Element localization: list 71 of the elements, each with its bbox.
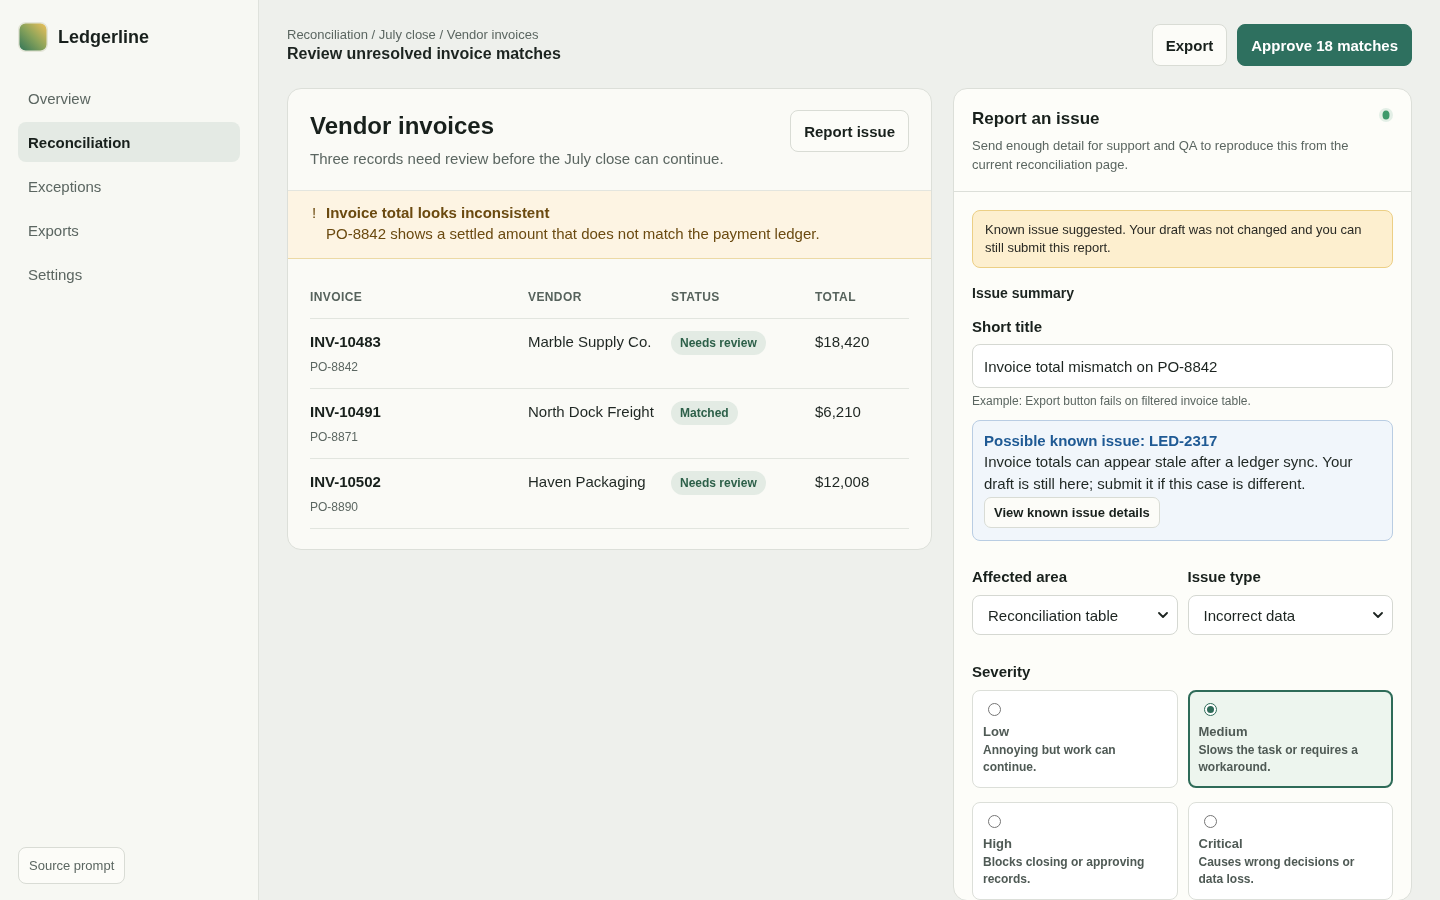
- panel-description: Send enough detail for support and QA to reproduce this from the current reconciliation page.: [972, 137, 1350, 174]
- po-number: PO-8890: [310, 499, 360, 515]
- nav-item[interactable]: Settings: [18, 254, 240, 294]
- radio-button[interactable]: [1203, 703, 1217, 716]
- known-issue-title: Possible known issue: LED-2317: [984, 431, 1219, 451]
- total-cell-text: $12,008: [815, 472, 871, 492]
- severity-option[interactable]: High Blocks closing or approving records.: [972, 802, 1178, 900]
- field-label: Issue type: [1187, 567, 1262, 587]
- breadcrumb: Reconciliation / July close / Vendor invoices: [287, 26, 540, 44]
- chevron-down-icon: [1373, 612, 1383, 618]
- invoice-number: INV-10491: [310, 402, 382, 422]
- brand-name: Ledgerline: [58, 26, 150, 48]
- status-badge: Needs review: [671, 331, 766, 355]
- status-dot-icon: [1379, 108, 1393, 122]
- panel-title: Report an issue: [972, 108, 1101, 130]
- column-header: VENDOR: [528, 290, 583, 304]
- export-button[interactable]: Export: [1151, 24, 1228, 66]
- field-label: Affected area: [972, 567, 1069, 587]
- option-label: Medium: [1198, 724, 1249, 740]
- help-text: Example: Export button fails on filtered invoice table.: [972, 393, 1252, 409]
- radio-button[interactable]: [988, 703, 1001, 716]
- nav-item[interactable]: Exports: [18, 210, 240, 250]
- logo-icon: [18, 22, 48, 52]
- option-label: Critical: [1198, 836, 1244, 852]
- nav-item[interactable]: Overview: [18, 78, 240, 118]
- option-label: Low: [983, 724, 1010, 740]
- column-header: STATUS: [671, 290, 721, 304]
- total-cell-text: $6,210: [815, 402, 862, 422]
- exclamation-icon: !: [312, 203, 326, 245]
- status-badge: Needs review: [671, 471, 766, 495]
- short-title-input[interactable]: Invoice total mismatch on PO-8842: [972, 344, 1393, 388]
- option-description: Annoying but work can continue.: [983, 742, 1117, 776]
- radio-button[interactable]: [988, 815, 1001, 828]
- severity-option[interactable]: Medium Slows the task or requires a workaround.: [1187, 690, 1393, 788]
- known-issue-text: Invoice totals can appear stale after a ledger sync. Your draft is still here; submit it if this case is different.: [984, 452, 1354, 494]
- status-badge: Matched: [671, 401, 738, 425]
- severity-option[interactable]: Low Annoying but work can continue.: [972, 690, 1178, 788]
- chevron-down-icon: [1157, 612, 1168, 618]
- alert-title: Invoice total looks inconsistent: [326, 203, 551, 223]
- page-title: Review unresolved invoice matches: [287, 44, 561, 64]
- po-number: PO-8842: [310, 359, 360, 375]
- vendor-cell-text: Haven Packaging: [528, 472, 647, 492]
- approve-button[interactable]: Approve 18 matches: [1237, 24, 1412, 66]
- notice-banner: Known issue suggested. Your draft was not changed and you can still submit this report.: [972, 210, 1393, 268]
- view-details-button[interactable]: View known issue details: [984, 497, 1160, 528]
- field-label: Short title: [972, 317, 1043, 337]
- card-subtitle: Three records need review before the July close can continue.: [310, 150, 724, 168]
- alert-text: PO-8842 shows a settled amount that does not match the payment ledger.: [326, 224, 821, 244]
- vendor-cell-text: North Dock Freight: [528, 402, 655, 422]
- po-number: PO-8871: [310, 429, 360, 445]
- vendor-cell-text: Marble Supply Co.: [528, 332, 653, 352]
- source-prompt-button[interactable]: Source prompt: [18, 847, 126, 884]
- nav-item[interactable]: Exceptions: [18, 166, 240, 206]
- invoice-number: INV-10502: [310, 472, 382, 492]
- option-description: Causes wrong decisions or data loss.: [1198, 854, 1356, 888]
- nav-item[interactable]: Reconciliation: [18, 122, 240, 162]
- radio-button[interactable]: [1203, 815, 1217, 828]
- total-cell-text: $18,420: [815, 332, 871, 352]
- column-header: TOTAL: [815, 290, 857, 304]
- card-title: Vendor invoices: [310, 111, 496, 141]
- section-label: Issue summary: [972, 284, 1075, 302]
- severity-option[interactable]: Critical Causes wrong decisions or data loss.: [1187, 802, 1393, 900]
- invoice-number: INV-10483: [310, 332, 382, 352]
- option-description: Slows the task or requires a workaround.: [1198, 742, 1359, 776]
- column-header: INVOICE: [310, 290, 364, 304]
- report-issue-button[interactable]: Report issue: [790, 110, 909, 152]
- dropdown[interactable]: Reconciliation table: [972, 595, 1178, 635]
- option-label: High: [983, 836, 1013, 852]
- option-description: Blocks closing or approving records.: [983, 854, 1146, 888]
- field-label: Severity: [972, 662, 1032, 682]
- dropdown[interactable]: Incorrect data: [1187, 595, 1393, 635]
